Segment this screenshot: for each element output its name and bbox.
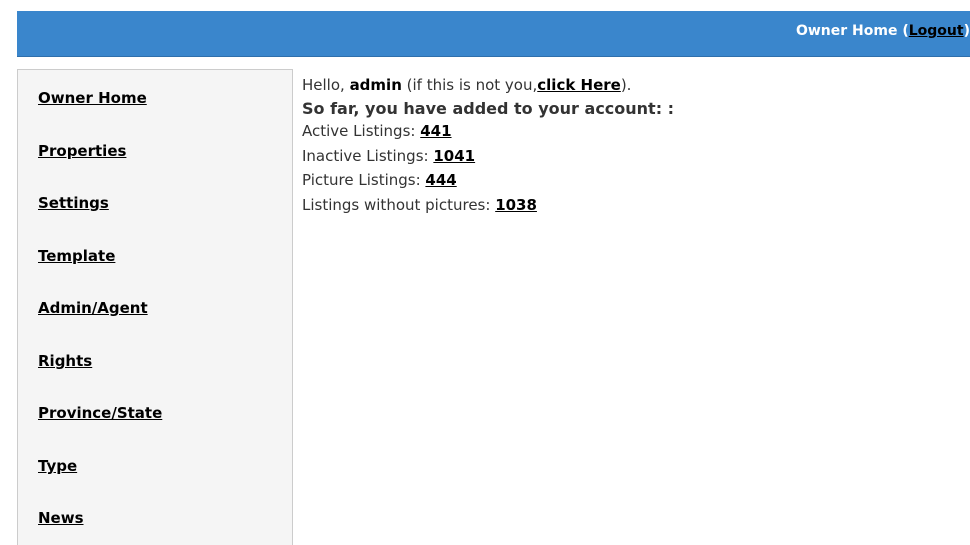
stat-label: Listings without pictures: <box>302 196 496 214</box>
stat-label: Inactive Listings: <box>302 147 434 165</box>
sidebar-item-admin-agent[interactable]: Admin/Agent <box>38 299 148 317</box>
sidebar-item-rights[interactable]: Rights <box>38 352 92 370</box>
stat-label: Active Listings: <box>302 122 421 140</box>
header-close-paren: ) <box>963 23 970 39</box>
greeting-middle: (if this is not you, <box>401 76 538 94</box>
stat-listings-without-pictures: Listings without pictures: 1038 <box>302 196 537 214</box>
sidebar-item-province-state[interactable]: Province/State <box>38 404 162 422</box>
stat-value-link[interactable]: 441 <box>420 122 451 140</box>
greeting-line: Hello, admin (if this is not you,click H… <box>302 76 631 94</box>
sidebar-item-settings[interactable]: Settings <box>38 194 109 212</box>
summary-heading: So far, you have added to your account: … <box>302 99 675 118</box>
sidebar-item-properties[interactable]: Properties <box>38 142 126 160</box>
logout-link[interactable]: Logout <box>909 23 964 39</box>
header-title-area: Owner Home (Logout) <box>796 23 970 39</box>
sidebar-item-news[interactable]: News <box>38 509 84 527</box>
stat-picture-listings: Picture Listings: 444 <box>302 171 457 189</box>
username: admin <box>349 76 402 94</box>
sidebar-item-type[interactable]: Type <box>38 457 77 475</box>
greeting-prefix: Hello, <box>302 76 350 94</box>
stat-inactive-listings: Inactive Listings: 1041 <box>302 147 475 165</box>
sidebar-item-owner-home[interactable]: Owner Home <box>38 89 147 107</box>
header-open-paren: ( <box>897 23 909 39</box>
stat-label: Picture Listings: <box>302 171 426 189</box>
click-here-link[interactable]: click Here <box>537 76 621 94</box>
sidebar-item-template[interactable]: Template <box>38 247 115 265</box>
header-title: Owner Home <box>795 23 898 39</box>
sidebar: Owner Home Properties Settings Template … <box>17 69 293 545</box>
stat-value-link[interactable]: 444 <box>425 171 456 189</box>
header-bar: Owner Home (Logout) <box>17 11 970 57</box>
stat-active-listings: Active Listings: 441 <box>302 122 452 140</box>
stat-value-link[interactable]: 1041 <box>433 147 475 165</box>
greeting-suffix: ). <box>620 76 632 94</box>
stat-value-link[interactable]: 1038 <box>495 196 537 214</box>
